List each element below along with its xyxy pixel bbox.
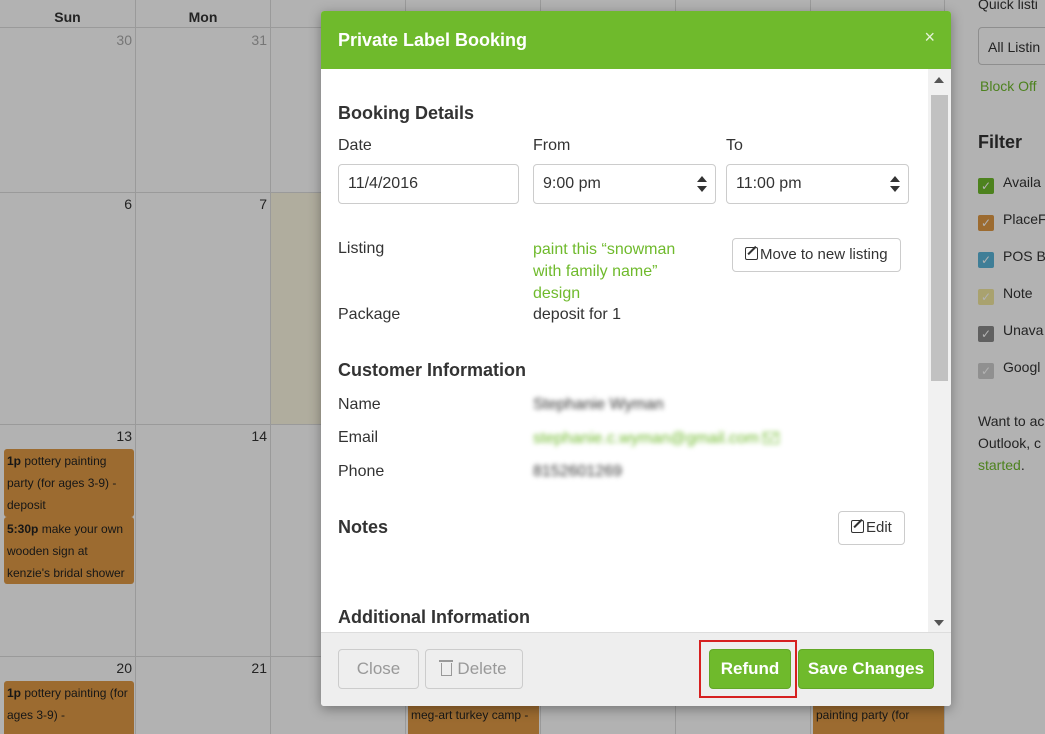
refund-highlight (699, 640, 797, 698)
email-value: stephanie.c.wyman@gmail.com (533, 430, 760, 447)
scroll-thumb[interactable] (931, 95, 948, 381)
name-label: Name (338, 396, 381, 413)
envelope-icon[interactable] (763, 432, 780, 444)
save-changes-button[interactable]: Save Changes (798, 649, 934, 689)
move-listing-label: Move to new listing (760, 246, 888, 263)
customer-info-heading: Customer Information (338, 360, 527, 380)
listing-link[interactable]: paint this “snowman with family name” de… (533, 239, 703, 305)
listing-label: Listing (338, 240, 385, 257)
from-time-value: 9:00 pm (543, 175, 601, 192)
package-label: Package (338, 306, 401, 323)
modal-body: Booking Details Date From To 11/4/2016 9… (321, 69, 928, 632)
customer-name: Stephanie Wyman (533, 396, 664, 413)
modal-title: Private Label Booking (338, 30, 528, 50)
to-label: To (726, 137, 743, 154)
from-label: From (533, 137, 571, 154)
booking-modal: Private Label Booking × Booking Details … (321, 11, 951, 706)
close-icon[interactable]: × (924, 27, 935, 48)
customer-email-link[interactable]: stephanie.c.wyman@gmail.com (533, 428, 780, 450)
from-time-input[interactable]: 9:00 pm (533, 164, 716, 204)
scroll-down-arrow-icon[interactable] (934, 620, 944, 626)
date-label: Date (338, 137, 372, 154)
notes-heading: Notes (338, 517, 389, 537)
package-value: deposit for 1 (533, 306, 622, 323)
modal-footer: Close Delete Refund Save Changes (321, 632, 951, 706)
delete-button[interactable]: Delete (425, 649, 523, 689)
edit-icon (745, 247, 758, 260)
additional-info-heading: Additional Information (338, 607, 530, 627)
close-button[interactable]: Close (338, 649, 419, 689)
scroll-up-arrow-icon[interactable] (934, 77, 944, 83)
date-input[interactable]: 11/4/2016 (338, 164, 519, 204)
spinner-icon[interactable] (890, 176, 900, 192)
booking-details-heading: Booking Details (338, 103, 475, 123)
edit-notes-button[interactable]: Edit (838, 511, 905, 545)
modal-scrollbar[interactable] (928, 69, 951, 632)
delete-label: Delete (457, 659, 507, 678)
spinner-icon[interactable] (697, 176, 707, 192)
to-time-value: 11:00 pm (736, 175, 802, 192)
trash-icon (439, 660, 454, 676)
to-time-input[interactable]: 11:00 pm (726, 164, 909, 204)
edit-label: Edit (866, 519, 892, 536)
customer-phone: 8152601269 (533, 463, 622, 480)
email-label: Email (338, 429, 379, 446)
edit-icon (851, 520, 864, 533)
phone-label: Phone (338, 463, 385, 480)
modal-header: Private Label Booking × (321, 11, 951, 69)
move-listing-button[interactable]: Move to new listing (732, 238, 901, 272)
